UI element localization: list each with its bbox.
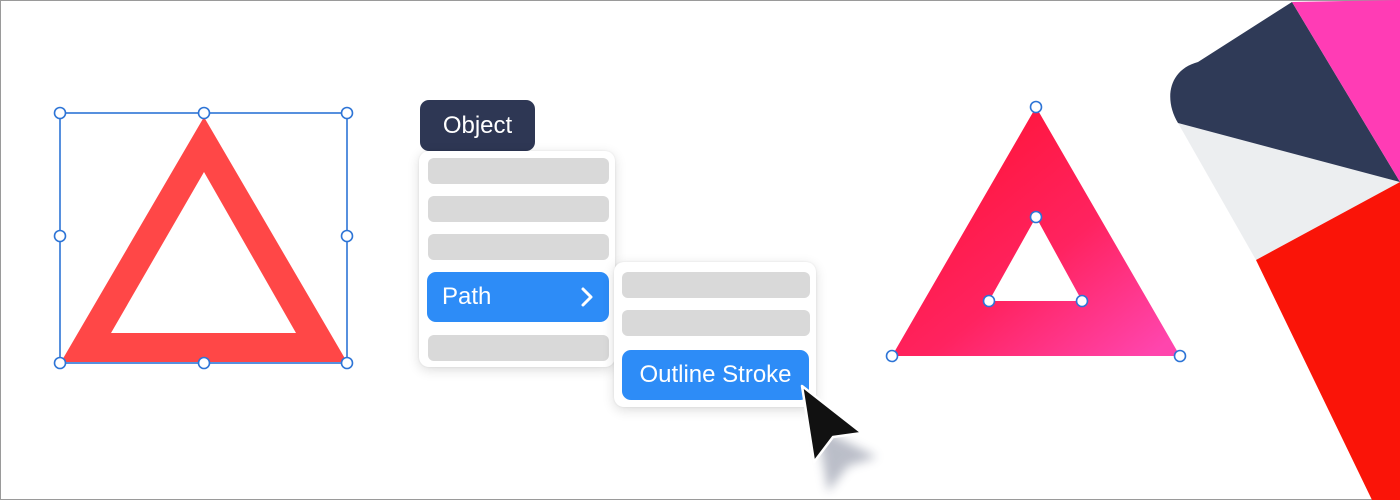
decorative-logo-shapes	[1170, 0, 1400, 500]
